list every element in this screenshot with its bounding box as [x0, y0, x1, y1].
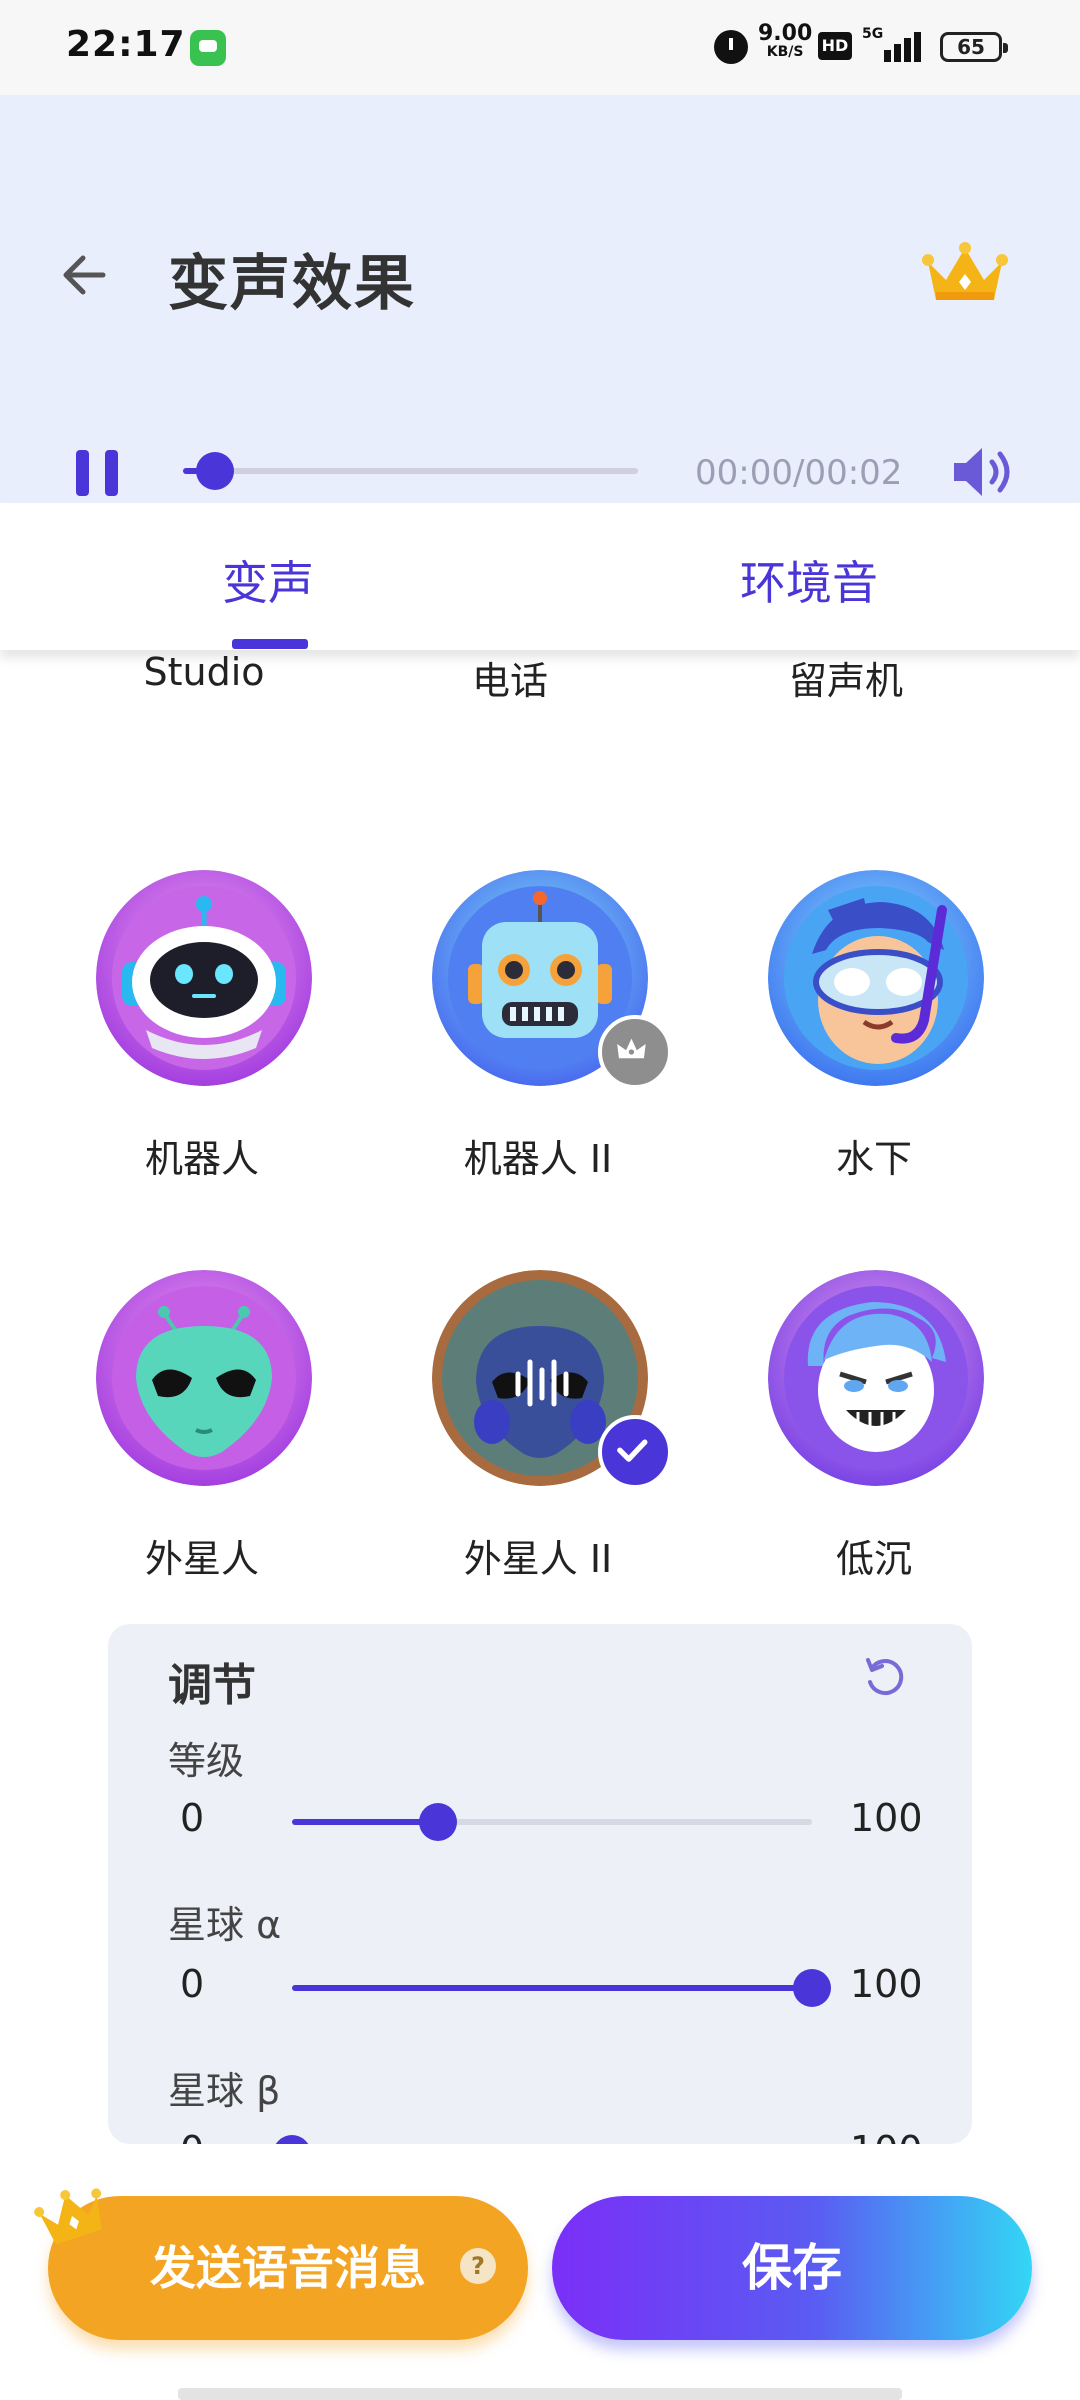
adjust-panel: 调节 等级 0 100 星球 α 0 100 星球 β 0 100 [108, 1624, 972, 2144]
crown-corner-icon [34, 2188, 102, 2245]
network-speed-value: 9.00 [758, 21, 813, 46]
param-label-level: 等级 [168, 1739, 245, 1783]
slider-level-thumb[interactable] [418, 1803, 457, 1841]
send-voice-message-label: 发送语音消息 [150, 2241, 426, 2295]
effect-gramophone[interactable]: 留声机 [726, 650, 1026, 718]
message-notification-icon [190, 30, 226, 66]
send-voice-message-button[interactable]: 发送语音消息 ? [48, 2196, 528, 2340]
vip-crown-icon[interactable] [920, 240, 1010, 310]
alarm-icon [714, 30, 748, 64]
effect-robot[interactable]: 机器人 [52, 870, 352, 1190]
param-max-planet-alpha: 100 [850, 1962, 923, 2006]
deep-voice-avatar-icon [768, 1270, 984, 1486]
selected-check-icon [598, 1415, 672, 1489]
slider-planet-beta-thumb[interactable] [273, 2135, 311, 2144]
effect-robot-ii[interactable]: 机器人 II [388, 870, 688, 1190]
param-max-planet-beta: 100 [850, 2128, 923, 2144]
effect-underwater[interactable]: 水下 [724, 870, 1024, 1190]
effects-grid: Studio 电话 留声机 机器人 机器人 II 水下 外星人 外星人 II 低… [0, 650, 1080, 2150]
playback-time: 00:00/00:02 [695, 453, 903, 493]
slider-planet-alpha[interactable] [292, 1969, 831, 2007]
alien-avatar-icon [96, 1270, 312, 1486]
effect-label: 机器人 II [463, 1137, 613, 1181]
effect-alien-ii[interactable]: 外星人 II [388, 1270, 688, 1590]
hd-icon: HD [818, 32, 852, 60]
param-min-planet-beta: 0 [180, 2128, 204, 2144]
effect-alien[interactable]: 外星人 [52, 1270, 352, 1590]
pause-button[interactable] [72, 448, 122, 498]
network-speed-unit: KB/S [766, 44, 804, 60]
save-label: 保存 [742, 2239, 842, 2297]
tab-voice-change[interactable]: 变声 [222, 547, 314, 613]
tab-ambient-sound[interactable]: 环境音 [740, 547, 878, 613]
effect-label: 低沉 [835, 1537, 912, 1581]
battery-icon: 65 [940, 32, 1008, 62]
player-header: 变声效果 00:00/00:02 [0, 95, 1080, 503]
param-label-planet-alpha: 星球 α [168, 1903, 282, 1947]
slider-planet-alpha-thumb[interactable] [793, 1969, 831, 2007]
status-time: 22:17 [66, 24, 186, 65]
slider-planet-alpha-fill [292, 1985, 812, 1991]
underwater-avatar-icon [768, 870, 984, 1086]
slider-level-fill [292, 1819, 438, 1825]
signal-icon: 5G [862, 26, 926, 66]
effect-label: 留声机 [788, 659, 903, 703]
effect-label: 水下 [835, 1137, 912, 1181]
param-label-planet-beta: 星球 β [168, 2069, 281, 2113]
effect-label: Studio [143, 650, 265, 694]
tab-bar: 变声 环境音 [0, 503, 1080, 650]
page-title: 变声效果 [168, 249, 416, 319]
status-bar: 22:17 9.00 KB/S HD 5G 65 [0, 0, 1080, 95]
playback-progress-bar[interactable] [183, 452, 638, 490]
bottom-action-bar: 发送语音消息 ? 保存 [0, 2150, 1080, 2400]
help-icon[interactable]: ? [460, 2248, 496, 2284]
effect-label: 电话 [471, 659, 548, 703]
effect-telephone[interactable]: 电话 [390, 650, 690, 718]
back-arrow-icon[interactable] [55, 245, 115, 305]
param-min-level: 0 [180, 1796, 205, 1840]
navigation-handle [178, 2388, 902, 2400]
reset-icon[interactable] [860, 1652, 910, 1702]
adjust-title: 调节 [168, 1660, 256, 1711]
playback-progress-thumb[interactable] [195, 452, 234, 490]
effect-label: 外星人 [144, 1537, 259, 1581]
param-min-planet-alpha: 0 [180, 1962, 205, 2006]
volume-icon[interactable] [950, 442, 1016, 502]
network-speed: 9.00 KB/S [758, 21, 813, 61]
tab-active-indicator [232, 639, 308, 649]
effect-deep[interactable]: 低沉 [724, 1270, 1024, 1590]
effect-studio[interactable]: Studio [54, 650, 354, 718]
slider-level[interactable] [292, 1803, 812, 1841]
effect-label: 外星人 II [463, 1537, 613, 1581]
save-button[interactable]: 保存 [552, 2196, 1032, 2340]
effect-label: 机器人 [144, 1137, 259, 1181]
param-max-level: 100 [850, 1796, 923, 1840]
signal-type-label: 5G [862, 26, 884, 42]
crown-badge-icon [598, 1015, 672, 1089]
robot-avatar-icon [96, 870, 312, 1086]
